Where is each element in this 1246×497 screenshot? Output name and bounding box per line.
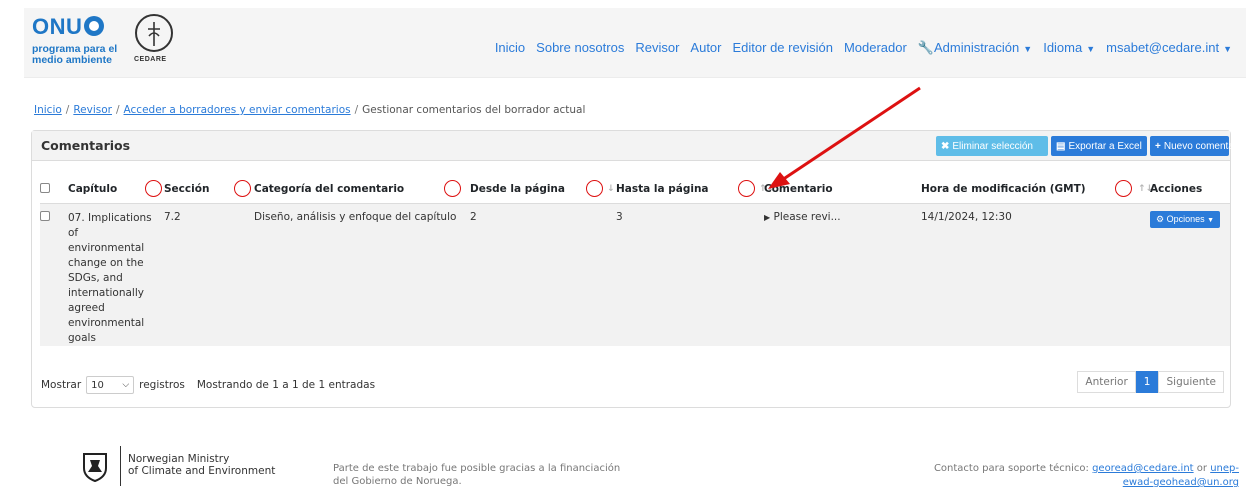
new-comment-label: Nuevo comentario (1163, 140, 1245, 152)
cell-comment[interactable]: ▶ Please revi... (764, 203, 921, 346)
prev-page-button[interactable]: Anterior (1077, 371, 1136, 393)
table-length-control: Mostrar 10 ⌵ registros Mostrando de 1 a 1… (41, 376, 375, 394)
row-select-cell (40, 203, 68, 346)
col-header-from-page[interactable]: Desde la página ↓ (470, 176, 616, 204)
col-header-chapter[interactable]: Capítulo (68, 176, 164, 204)
col-header-comment[interactable]: Comentario (764, 176, 921, 204)
options-button[interactable]: ⚙ Opciones ▼ (1150, 210, 1221, 228)
plus-icon: + (1155, 140, 1161, 152)
records-label: registros (139, 379, 185, 391)
breadcrumb: Inicio / Revisor / Acceder a borradores y en… (34, 104, 586, 116)
cell-from-page: 2 (470, 210, 477, 223)
breadcrumb-drafts[interactable]: Acceder a borradores y enviar comentario… (124, 104, 351, 116)
onu-wordmark: ONU (32, 14, 83, 39)
nav-user-label: msabet@cedare.int (1106, 40, 1220, 55)
comments-card: Comentarios ✖ Eliminar selección ▤ Exporta… (31, 130, 1245, 408)
cedare-logo[interactable]: CEDARE (132, 14, 176, 70)
show-label: Mostrar (41, 379, 82, 391)
select-all-cell (40, 176, 68, 204)
support-email-georead[interactable]: georead@cedare.int (1092, 463, 1194, 474)
new-comment-button[interactable]: + Nuevo comentario (1150, 136, 1245, 156)
ministry-name: Norwegian Ministry of Climate and Enviro… (128, 453, 276, 477)
page-1-button[interactable]: 1 (1135, 371, 1159, 393)
onu-subtitle: programa para el medio ambiente (32, 43, 118, 66)
breadcrumb-reviewer[interactable]: Revisor (73, 104, 112, 116)
col-header-section[interactable]: Sección (164, 176, 254, 204)
chevron-down-icon: ⌵ (122, 380, 130, 390)
annotation-circle (586, 180, 603, 197)
cell-modified: 14/1/2024, 12:30 (921, 210, 1012, 223)
nav-item-administracion[interactable]: 🔧Administración ▼ (918, 40, 1032, 56)
nav-item-autor[interactable]: Autor (690, 40, 721, 56)
annotation-circle (1115, 180, 1132, 197)
comment-preview: Please revi... (773, 210, 841, 223)
close-icon: ✖ (941, 140, 950, 152)
cedare-wordmark: CEDARE (134, 56, 167, 63)
sort-icon: ↓ (607, 184, 615, 194)
nav-item-moderador[interactable]: Moderador (844, 40, 907, 56)
col-header-to-page[interactable]: Hasta la página ↑↓ (616, 176, 774, 204)
annotation-circle (145, 180, 162, 197)
delete-selection-button[interactable]: ✖ Eliminar selección (936, 136, 1048, 156)
row-checkbox[interactable] (40, 210, 50, 221)
onu-logo[interactable]: ONU programa para el medio ambiente (32, 14, 122, 72)
nav-language-label: Idioma (1043, 40, 1083, 55)
annotation-circle (738, 180, 755, 197)
cell-section: 7.2 (164, 210, 181, 223)
cell-chapter: 07. Implications of environmental change… (68, 211, 152, 344)
support-contact: Contacto para soporte técnico: georead@c… (933, 463, 1239, 488)
wrench-icon: 🔧 (917, 40, 935, 55)
col-header-category[interactable]: Categoría del comentario (254, 176, 470, 204)
nav-item-revisor[interactable]: Revisor (635, 40, 679, 56)
gear-icon: ⚙ (1156, 213, 1165, 224)
nav-admin-label: Administración (934, 40, 1020, 55)
card-title: Comentarios (41, 138, 131, 153)
caret-down-icon: ▼ (1023, 44, 1033, 54)
expand-triangle-icon: ▶ (764, 212, 771, 222)
un-emblem-icon (84, 16, 104, 36)
nav-item-sobre-nosotros[interactable]: Sobre nosotros (536, 40, 624, 56)
cell-category: Diseño, análisis y enfoque del capítulo (254, 210, 457, 223)
nav-item-inicio[interactable]: Inicio (495, 40, 525, 56)
cell-to-page: 3 (616, 210, 623, 223)
caret-down-icon: ▼ (1086, 44, 1096, 54)
annotation-circle (234, 180, 251, 197)
select-all-checkbox[interactable] (40, 182, 50, 193)
caret-down-icon: ▼ (1207, 216, 1215, 224)
export-excel-button[interactable]: ▤ Exportar a Excel (1051, 136, 1147, 156)
main-nav: Inicio Sobre nosotros Revisor Autor Edit… (484, 40, 1232, 56)
card-header: Comentarios ✖ Eliminar selección ▤ Exporta… (32, 131, 1245, 161)
norway-coat-of-arms-icon (80, 450, 116, 486)
nav-item-user[interactable]: msabet@cedare.int ▼ (1106, 40, 1232, 56)
caret-down-icon: ▼ (1223, 44, 1232, 54)
comments-table: Capítulo Sección Categoría del comentari… (40, 176, 1230, 346)
nav-item-idioma[interactable]: Idioma ▼ (1043, 40, 1095, 56)
pagination: Anterior 1 Siguiente (1077, 371, 1224, 393)
next-page-button[interactable]: Siguiente (1158, 371, 1224, 393)
file-excel-icon: ▤ (1056, 140, 1066, 152)
table-info: Mostrando de 1 a 1 de 1 entradas (196, 379, 376, 391)
breadcrumb-home[interactable]: Inicio (34, 104, 62, 116)
col-header-modified[interactable]: Hora de modificación (GMT) ↑↓ (921, 176, 1153, 204)
delete-selection-label: Eliminar selección (952, 140, 1033, 152)
top-header: ONU programa para el medio ambiente CEDA… (24, 8, 1246, 78)
footer-divider (120, 446, 121, 486)
export-excel-label: Exportar a Excel (1068, 140, 1142, 152)
page-size-select[interactable]: 10 ⌵ (86, 376, 135, 394)
cedare-emblem-icon (135, 14, 173, 52)
breadcrumb-current: Gestionar comentarios del borrador actua… (362, 104, 586, 116)
col-header-actions: Acciones (1150, 176, 1230, 204)
annotation-circle (444, 180, 461, 197)
table-row: 07. Implications of environmental change… (40, 203, 1230, 346)
nav-item-editor-de-revision[interactable]: Editor de revisión (733, 40, 833, 56)
cell-actions: ⚙ Opciones ▼ (1150, 203, 1230, 346)
funding-text: Parte de este trabajo fue posible gracia… (333, 463, 621, 487)
